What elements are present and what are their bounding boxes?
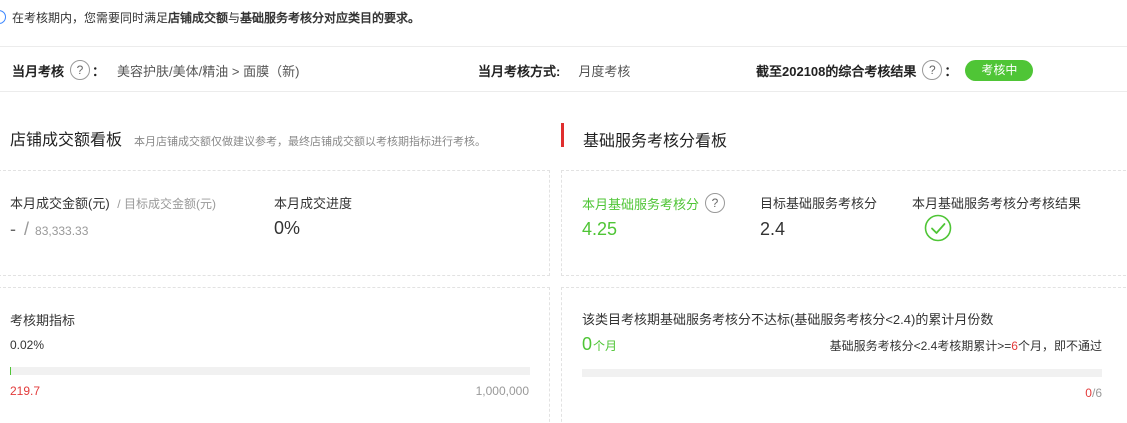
current-assessment: 当月考核 ? ： 美容护肤/美体/精油 > 面膜（新) [12,47,299,93]
colon: ： [944,63,958,79]
help-icon[interactable]: ? [922,60,943,80]
service-score-card: 本月基础服务考核分 ? 4.25 目标基础服务考核分 2.4 本月基础服务考核分… [561,170,1127,276]
sales-board-subtitle: 本月店铺成交额仅做建议参考，最终店铺成交额以考核期指标进行考核。 [134,136,487,148]
amount-value: - [10,219,16,239]
method-label: 当月考核方式: [478,63,561,79]
target-value: 83,333.33 [35,224,89,238]
section-marker [561,123,564,147]
score-value: 4.25 [582,219,618,239]
assessment-method: 当月考核方式: 月度考核 [478,47,630,93]
overall-result: 截至202108的综合考核结果 ? ： 考核中 [756,47,1034,93]
status-badge: 考核中 [965,59,1034,81]
slash: / [24,219,30,239]
sales-board-header: 店铺成交额看板 本月店铺成交额仅做建议参考，最终店铺成交额以考核期指标进行考核。 [10,126,486,150]
notice-bold-service: 基础服务考核分对应类目的要求。 [240,10,421,25]
fail-months-card: 该类目考核期基础服务考核分不达标(基础服务考核分<2.4)的累计月份数 0 个月… [561,287,1127,423]
service-board-title: 基础服务考核分看板 [583,133,728,150]
colon: ： [92,63,106,79]
service-board-header: 基础服务考核分看板 [583,127,727,151]
current-assessment-label: 当月考核 [12,63,65,79]
fail-months-title: 该类目考核期基础服务考核分不达标(基础服务考核分<2.4)的累计月份数 [582,312,994,327]
assessment-notice: i 在考核期内，您需要同时满足 店铺成交额 与 基础服务考核分对应类目的要求。 [0,0,1127,34]
help-icon[interactable]: ? [705,193,726,213]
category-path: 美容护肤/美体/精油 > 面膜（新) [117,63,300,79]
period-card: 考核期指标 0.02% 219.7 1,000,000 [0,287,550,423]
score-label: 本月基础服务考核分 [582,196,700,212]
period-percent: 0.02% [10,338,45,352]
period-current-value: 219.7 [10,384,41,398]
progress-label: 本月成交进度 [274,196,353,211]
notice-bold-sales: 店铺成交额 [168,10,229,25]
check-circle-icon [924,214,952,242]
amount-values: - / 83,333.33 [10,219,88,240]
fail-count-unit: 个月 [593,339,618,353]
fail-progress-text: 0/6 [1085,386,1102,400]
amount-label: 本月成交金额(元) [10,196,110,211]
target-label: / 目标成交金额(元) [117,197,216,211]
help-icon[interactable]: ? [70,60,91,80]
period-label: 考核期指标 [10,313,76,328]
info-icon: i [0,10,6,24]
period-target-value: 1,000,000 [475,384,529,398]
fail-progress-total: /6 [1091,386,1102,400]
sales-board-title: 店铺成交额看板 [10,132,123,149]
score-result-label: 本月基础服务考核分考核结果 [912,196,1082,211]
assessment-summary-bar: 当月考核 ? ： 美容护肤/美体/精油 > 面膜（新) 当月考核方式: 月度考核… [0,46,1127,92]
period-progress-bar [10,367,530,375]
fail-progress-bar [582,369,1102,377]
notice-prefix: 在考核期内，您需要同时满足 [12,10,169,25]
sales-card: 本月成交金额(元) / 目标成交金额(元) - / 83,333.33 本月成交… [0,170,550,276]
progress-value: 0% [274,218,301,238]
method-value: 月度考核 [578,63,631,79]
notice-mid: 与 [228,10,241,25]
target-score-label: 目标基础服务考核分 [760,196,878,211]
fail-progress-current: 0 [1085,386,1092,400]
score-header: 本月基础服务考核分 ? [582,193,726,213]
fail-rule: 基础服务考核分<2.4考核期累计>=6个月，即不通过 [830,337,1102,354]
result-label: 截至202108的综合考核结果 [756,63,917,79]
target-score-value: 2.4 [760,219,786,239]
amount-header: 本月成交金额(元) / 目标成交金额(元) [10,193,216,212]
fail-rule-number: 6 [1011,339,1018,353]
fail-rule-suffix: 个月，即不通过 [1017,339,1102,353]
fail-months-count: 0 个月 [582,334,617,355]
fail-count: 0 [582,334,593,354]
fail-rule-prefix: 基础服务考核分<2.4考核期累计>= [829,339,1012,353]
